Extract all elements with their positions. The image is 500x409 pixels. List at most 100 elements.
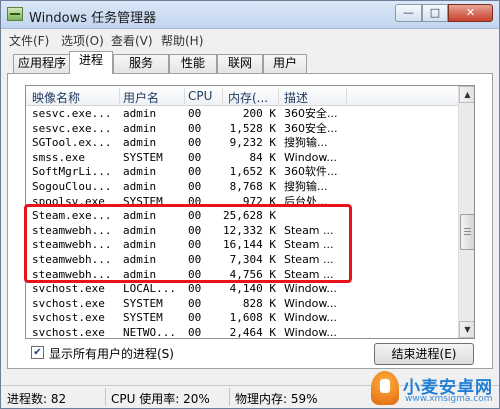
- cell-description: 搜狗输...: [284, 179, 328, 193]
- cell-memory: 972 K: [242, 194, 276, 208]
- scroll-thumb[interactable]: [460, 214, 474, 250]
- process-list[interactable]: 映像名称 用户名 CPU 内存(... 描述 sesvc.exe... admin…: [25, 85, 475, 339]
- cell-user-name: admin: [123, 209, 157, 223]
- menu-file[interactable]: 文件(F): [9, 32, 49, 49]
- cell-image-name: sesvc.exe...: [32, 121, 112, 135]
- table-row[interactable]: svchost.exe SYSTEM 00 1,608 K Window...: [26, 311, 458, 326]
- title-bar[interactable]: Windows 任务管理器 — □ ✕: [1, 1, 499, 29]
- scroll-down-arrow-icon[interactable]: ▼: [459, 321, 474, 338]
- cell-cpu: 00: [188, 107, 202, 120]
- column-user-name[interactable]: 用户名: [123, 89, 159, 106]
- table-row[interactable]: Steam.exe... admin 00 25,628 K: [26, 209, 458, 224]
- table-row[interactable]: svchost.exe SYSTEM 00 828 K Window...: [26, 297, 458, 312]
- cell-user-name: admin: [123, 165, 157, 179]
- cell-cpu: 00: [188, 325, 202, 339]
- cell-user-name: admin: [123, 252, 157, 266]
- process-rows: sesvc.exe... admin 00 200 K 360安全... sesvc.ex…: [26, 107, 458, 339]
- cell-user-name: admin: [123, 267, 157, 281]
- table-row[interactable]: steamwebh... admin 00 12,332 K Steam ...: [26, 224, 458, 239]
- cell-image-name: steamwebh...: [32, 223, 112, 237]
- menu-help[interactable]: 帮助(H): [161, 32, 203, 49]
- watermark-url: www.xmsigma.com: [405, 394, 493, 404]
- cell-cpu: 00: [188, 223, 202, 237]
- table-row[interactable]: svchost.exe NETWO... 00 2,464 K Window...: [26, 325, 458, 339]
- table-row[interactable]: svchost.exe LOCAL... 00 4,140 K Window...: [26, 282, 458, 297]
- cell-memory: 1,652 K: [229, 165, 276, 179]
- column-description[interactable]: 描述: [284, 89, 308, 106]
- cell-memory: 25,628 K: [223, 209, 276, 223]
- column-cpu[interactable]: CPU: [188, 89, 212, 103]
- cell-cpu: 00: [188, 121, 202, 135]
- tab-processes[interactable]: 进程: [69, 51, 113, 74]
- tab-performance[interactable]: 性能: [169, 54, 217, 73]
- column-divider[interactable]: [346, 88, 347, 104]
- column-memory[interactable]: 内存(...: [228, 89, 268, 106]
- cell-user-name: SYSTEM: [123, 296, 163, 310]
- table-row[interactable]: steamwebh... admin 00 7,304 K Steam ...: [26, 253, 458, 268]
- status-divider: [229, 388, 230, 406]
- cell-description: Window...: [284, 282, 337, 296]
- tab-networking[interactable]: 联网: [217, 54, 263, 73]
- table-row[interactable]: sesvc.exe... admin 00 1,528 K 360安全...: [26, 122, 458, 137]
- cell-image-name: svchost.exe: [32, 325, 105, 339]
- cell-cpu: 00: [188, 136, 202, 150]
- tab-applications[interactable]: 应用程序: [13, 54, 71, 73]
- vertical-scrollbar[interactable]: ▲ ▼: [458, 86, 474, 338]
- cell-cpu: 00: [188, 179, 202, 193]
- scroll-up-arrow-icon[interactable]: ▲: [459, 86, 474, 103]
- cell-memory: 7,304 K: [229, 252, 276, 266]
- cell-memory: 4,756 K: [229, 267, 276, 281]
- close-button[interactable]: ✕: [448, 4, 493, 22]
- cell-cpu: 00: [188, 252, 202, 266]
- cell-image-name: sesvc.exe...: [32, 107, 112, 120]
- cell-cpu: 00: [188, 209, 202, 223]
- cell-image-name: svchost.exe: [32, 311, 105, 325]
- window-title: Windows 任务管理器: [29, 11, 157, 26]
- cell-cpu: 00: [188, 311, 202, 325]
- table-row[interactable]: sesvc.exe... admin 00 200 K 360安全...: [26, 107, 458, 122]
- column-divider[interactable]: [222, 88, 223, 104]
- column-divider[interactable]: [119, 88, 120, 104]
- table-row[interactable]: smss.exe SYSTEM 00 84 K Window...: [26, 151, 458, 166]
- table-row[interactable]: SoftMgrLi... admin 00 1,652 K 360软件...: [26, 165, 458, 180]
- table-row[interactable]: steamwebh... admin 00 4,756 K Steam ...: [26, 268, 458, 283]
- cell-memory: 12,332 K: [223, 223, 276, 237]
- cell-memory: 1,528 K: [229, 121, 276, 135]
- maximize-button[interactable]: □: [422, 4, 448, 22]
- scroll-grip: [464, 231, 471, 232]
- cell-cpu: 00: [188, 296, 202, 310]
- end-process-button[interactable]: 结束进程(E): [374, 343, 474, 365]
- cell-image-name: svchost.exe: [32, 282, 105, 296]
- cell-image-name: smss.exe: [32, 150, 85, 164]
- column-divider[interactable]: [184, 88, 185, 104]
- cell-user-name: LOCAL...: [123, 282, 176, 296]
- cell-memory: 1,608 K: [229, 311, 276, 325]
- minimize-button[interactable]: —: [395, 4, 422, 22]
- cell-memory: 84 K: [249, 150, 277, 164]
- cell-cpu: 00: [188, 194, 202, 208]
- cell-memory: 9,232 K: [229, 136, 276, 150]
- table-row[interactable]: spoolsv.exe SYSTEM 00 972 K 后台处...: [26, 195, 458, 210]
- show-all-users-checkbox[interactable]: ✔: [31, 346, 44, 359]
- cell-user-name: admin: [123, 238, 157, 252]
- status-divider: [105, 388, 106, 406]
- cell-cpu: 00: [188, 282, 202, 296]
- table-row[interactable]: SGTool.ex... admin 00 9,232 K 搜狗输...: [26, 136, 458, 151]
- tab-services[interactable]: 服务: [113, 54, 169, 73]
- status-process-count: 进程数: 82: [7, 392, 67, 406]
- cell-memory: 8,768 K: [229, 179, 276, 193]
- menu-options[interactable]: 选项(O): [61, 32, 104, 49]
- column-image-name[interactable]: 映像名称: [32, 89, 80, 106]
- column-divider[interactable]: [278, 88, 279, 104]
- table-row[interactable]: steamwebh... admin 00 16,144 K Steam ...: [26, 238, 458, 253]
- cell-description: 360软件...: [284, 165, 338, 179]
- show-all-users-label[interactable]: 显示所有用户的进程(S): [49, 345, 174, 362]
- list-header: 映像名称 用户名 CPU 内存(... 描述: [26, 86, 458, 106]
- cell-description: Steam ...: [284, 238, 334, 252]
- cell-description: Steam ...: [284, 252, 334, 266]
- tab-users[interactable]: 用户: [263, 54, 307, 73]
- menu-view[interactable]: 查看(V): [111, 32, 153, 49]
- status-memory: 物理内存: 59%: [235, 392, 318, 406]
- table-row[interactable]: SogouClou... admin 00 8,768 K 搜狗输...: [26, 180, 458, 195]
- cell-user-name: admin: [123, 223, 157, 237]
